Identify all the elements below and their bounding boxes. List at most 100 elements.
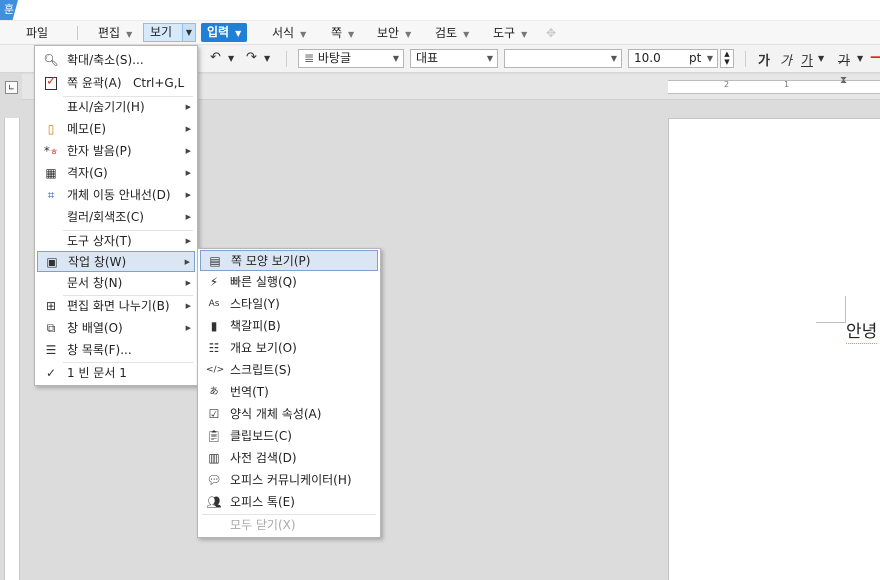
menu-separator	[77, 26, 78, 40]
object-guide-icon: ⌗	[47, 188, 55, 202]
bold-button[interactable]: 가	[758, 50, 770, 69]
pane-menu-form-object[interactable]: ☑ 양식 개체 속성(A)	[200, 404, 378, 425]
menu-page[interactable]: 쪽 ▼	[325, 23, 360, 43]
redo-dropdown-icon[interactable]: ▼	[264, 54, 270, 63]
view-menu-show-hide[interactable]: 표시/숨기기(H) ▶	[37, 97, 195, 118]
pane-menu-outline[interactable]: ☷ 개요 보기(O)	[200, 338, 378, 359]
submenu-arrow-icon: ▶	[185, 147, 191, 155]
view-menu-blank-doc-1[interactable]: ✓ 1 빈 문서 1	[37, 363, 195, 384]
document-page[interactable]	[668, 118, 880, 580]
menu-tools[interactable]: 도구 ▼	[487, 23, 533, 43]
pane-menu-quick-run[interactable]: ⚡︎ 빠른 실행(Q)	[200, 272, 378, 293]
font-language-combo[interactable]: 대표 ▼	[410, 49, 498, 68]
paragraph-style-icon: ≣	[304, 51, 315, 65]
pane-menu-style[interactable]: As 스타일(Y)	[200, 294, 378, 315]
window-list-icon: ☰	[45, 343, 57, 357]
chevron-down-icon: ▼	[521, 30, 528, 39]
paragraph-style-value: 바탕글	[317, 51, 352, 65]
submenu-arrow-icon: ▶	[185, 302, 191, 310]
underline-button[interactable]: 가	[801, 50, 813, 69]
view-menu-zoom[interactable]: 🔍︎ 확대/축소(S)...	[37, 50, 195, 71]
translate-icon: あ	[209, 387, 219, 397]
menu-item-label: 책갈피(B)	[230, 319, 281, 333]
pane-menu-script[interactable]: </> 스크립트(S)	[200, 360, 378, 381]
view-menu-grid[interactable]: ▦ 격자(G) ▶	[37, 163, 195, 184]
checked-checkbox-icon: ✓	[45, 74, 57, 90]
menu-edit-label: 편집	[98, 26, 121, 40]
underline-dropdown-icon[interactable]: ▼	[818, 54, 824, 63]
menu-item-label: 1 빈 문서 1	[67, 366, 127, 380]
menu-item-label: 메모(E)	[67, 122, 107, 136]
pane-menu-page-view[interactable]: ▤ 쪽 모양 보기(P)	[200, 250, 378, 271]
vertical-ruler[interactable]	[4, 118, 20, 580]
italic-button[interactable]: 가	[780, 50, 792, 69]
font-size-combo[interactable]: 10.0 pt ▼	[628, 49, 718, 68]
strike-dropdown-icon[interactable]: ▼	[857, 54, 863, 63]
menu-security[interactable]: 보안 ▼	[371, 23, 417, 43]
view-dropdown-arrow-icon[interactable]: ▼	[182, 23, 196, 42]
pane-menu-communicator[interactable]: 💬︎ 오피스 커뮤니케이터(H)	[200, 470, 378, 491]
pane-menu-translate[interactable]: あ 번역(T)	[200, 382, 378, 403]
bookmark-icon: ▮	[210, 319, 218, 333]
menu-item-label: 오피스 톡(E)	[230, 495, 295, 509]
strikethrough-button[interactable]: 가	[838, 50, 850, 69]
clipboard-icon: 📋︎	[206, 429, 222, 443]
menu-page-label: 쪽	[331, 26, 343, 40]
menu-bar: 파일 편집 ▼ 보기 ▼ 입력 ▼ 서식 ▼ 쪽 ▼ 보안 ▼ 검토 ▼ 도구 ▼ ✥	[0, 21, 880, 45]
font-face-combo[interactable]: ▼	[504, 49, 622, 68]
menu-input[interactable]: 입력 ▼	[201, 23, 248, 42]
menu-item-label: 쪽 모양 보기(P)	[231, 254, 311, 268]
menu-file[interactable]: 파일	[20, 23, 54, 43]
menu-review[interactable]: 검토 ▼	[429, 23, 475, 43]
font-color-icon[interactable]: —	[870, 50, 880, 65]
dictionary-icon: ▥	[208, 451, 220, 465]
menu-view[interactable]: 보기 ▼	[143, 23, 196, 42]
menu-item-label: 쪽 윤곽(A)	[67, 76, 122, 90]
communicator-icon: 💬︎	[206, 473, 222, 487]
undo-dropdown-icon[interactable]: ▼	[228, 54, 234, 63]
memo-icon: ▯	[47, 122, 55, 136]
ruler-paper-strip: 2 1 ⧗	[668, 75, 880, 94]
font-size-value: 10.0	[634, 51, 661, 65]
view-menu-window-list[interactable]: ☰ 창 목록(F)...	[37, 340, 195, 361]
submenu-arrow-icon: ▶	[185, 237, 191, 245]
quick-run-icon: ⚡︎	[209, 275, 219, 289]
view-menu-page-outline[interactable]: ✓ 쪽 윤곽(A) Ctrl+G,L	[37, 73, 195, 94]
grid-icon: ▦	[45, 166, 57, 180]
script-icon: </>	[206, 365, 225, 375]
menu-view-label: 보기	[150, 25, 173, 39]
redo-icon[interactable]: ↷	[246, 50, 257, 65]
view-menu-split-view[interactable]: ⊞ 편집 화면 나누기(B) ▶	[37, 296, 195, 317]
view-menu-task-pane[interactable]: ▣ 작업 창(W) ▶	[37, 251, 195, 272]
pane-menu-bookmark[interactable]: ▮ 책갈피(B)	[200, 316, 378, 337]
menu-item-label: 사전 검색(D)	[230, 451, 297, 465]
puzzle-icon[interactable]: ✥	[540, 23, 562, 43]
view-menu-toolbox[interactable]: 도구 상자(T) ▶	[37, 231, 195, 252]
menu-edit[interactable]: 편집 ▼	[92, 23, 138, 43]
view-menu-arrange-windows[interactable]: ⧉ 창 배열(O) ▶	[37, 318, 195, 339]
document-text[interactable]: 안녕	[846, 322, 878, 344]
pane-menu-office-talk[interactable]: 👥︎ 오피스 톡(E)	[200, 492, 378, 513]
pane-menu-clipboard[interactable]: 📋︎ 클립보드(C)	[200, 426, 378, 447]
ruler-mark: 2	[724, 80, 730, 89]
indent-marker-icon[interactable]: ⧗	[840, 75, 847, 86]
checkmark-icon: ✓	[45, 366, 57, 380]
submenu-arrow-icon: ▶	[185, 279, 191, 287]
view-menu-hanja[interactable]: *ㅎ 한자 발음(P) ▶	[37, 141, 195, 162]
menu-item-label: 개체 이동 안내선(D)	[67, 188, 171, 202]
pane-menu-dictionary[interactable]: ▥ 사전 검색(D)	[200, 448, 378, 469]
menu-format[interactable]: 서식 ▼	[266, 23, 312, 43]
menu-item-label: 스크립트(S)	[230, 363, 292, 377]
view-menu-memo[interactable]: ▯ 메모(E) ▶	[37, 119, 195, 140]
style-icon: As	[208, 299, 220, 309]
menu-item-label: 양식 개체 속성(A)	[230, 407, 322, 421]
view-menu-object-guide[interactable]: ⌗ 개체 이동 안내선(D) ▶	[37, 185, 195, 206]
menu-item-label: 표시/숨기기(H)	[67, 100, 145, 114]
menu-security-label: 보안	[377, 26, 400, 40]
view-menu-color-gray[interactable]: 컬러/회색조(C) ▶	[37, 207, 195, 228]
font-size-spinner[interactable]: ▲ ▼	[720, 49, 734, 68]
view-menu-document-window[interactable]: 문서 창(N) ▶	[37, 273, 195, 294]
ruler-corner-icon[interactable]: ∟	[5, 81, 18, 94]
undo-icon[interactable]: ↶	[210, 50, 221, 65]
paragraph-style-combo[interactable]: ≣ 바탕글 ▼	[298, 49, 404, 68]
